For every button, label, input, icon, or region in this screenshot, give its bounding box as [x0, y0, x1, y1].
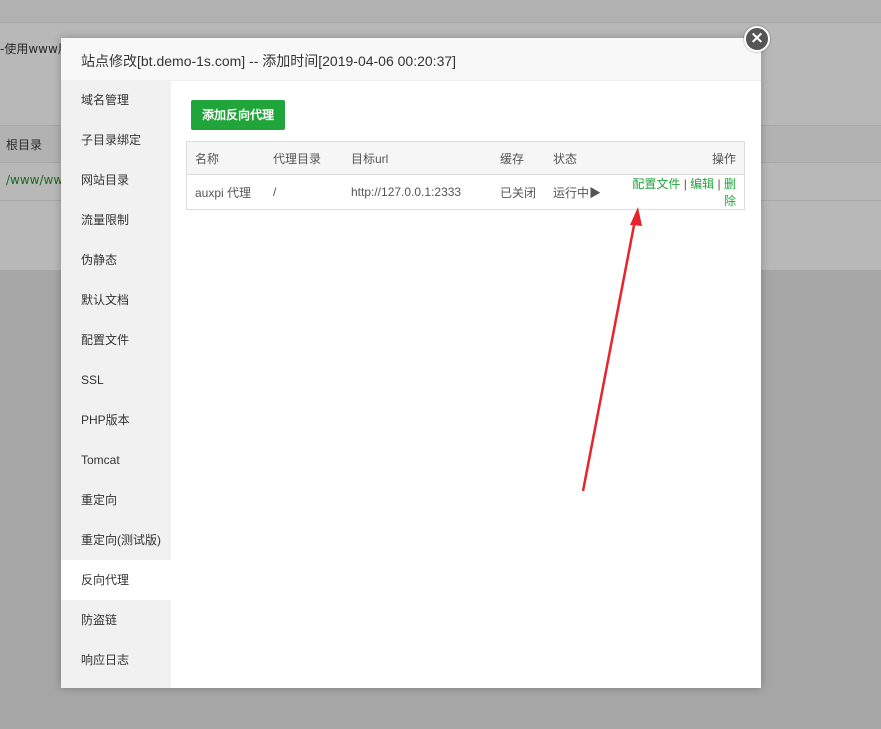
arrow-head-icon [630, 207, 642, 226]
arrow-shaft [581, 219, 637, 492]
annotation-arrow-icon [581, 207, 642, 492]
